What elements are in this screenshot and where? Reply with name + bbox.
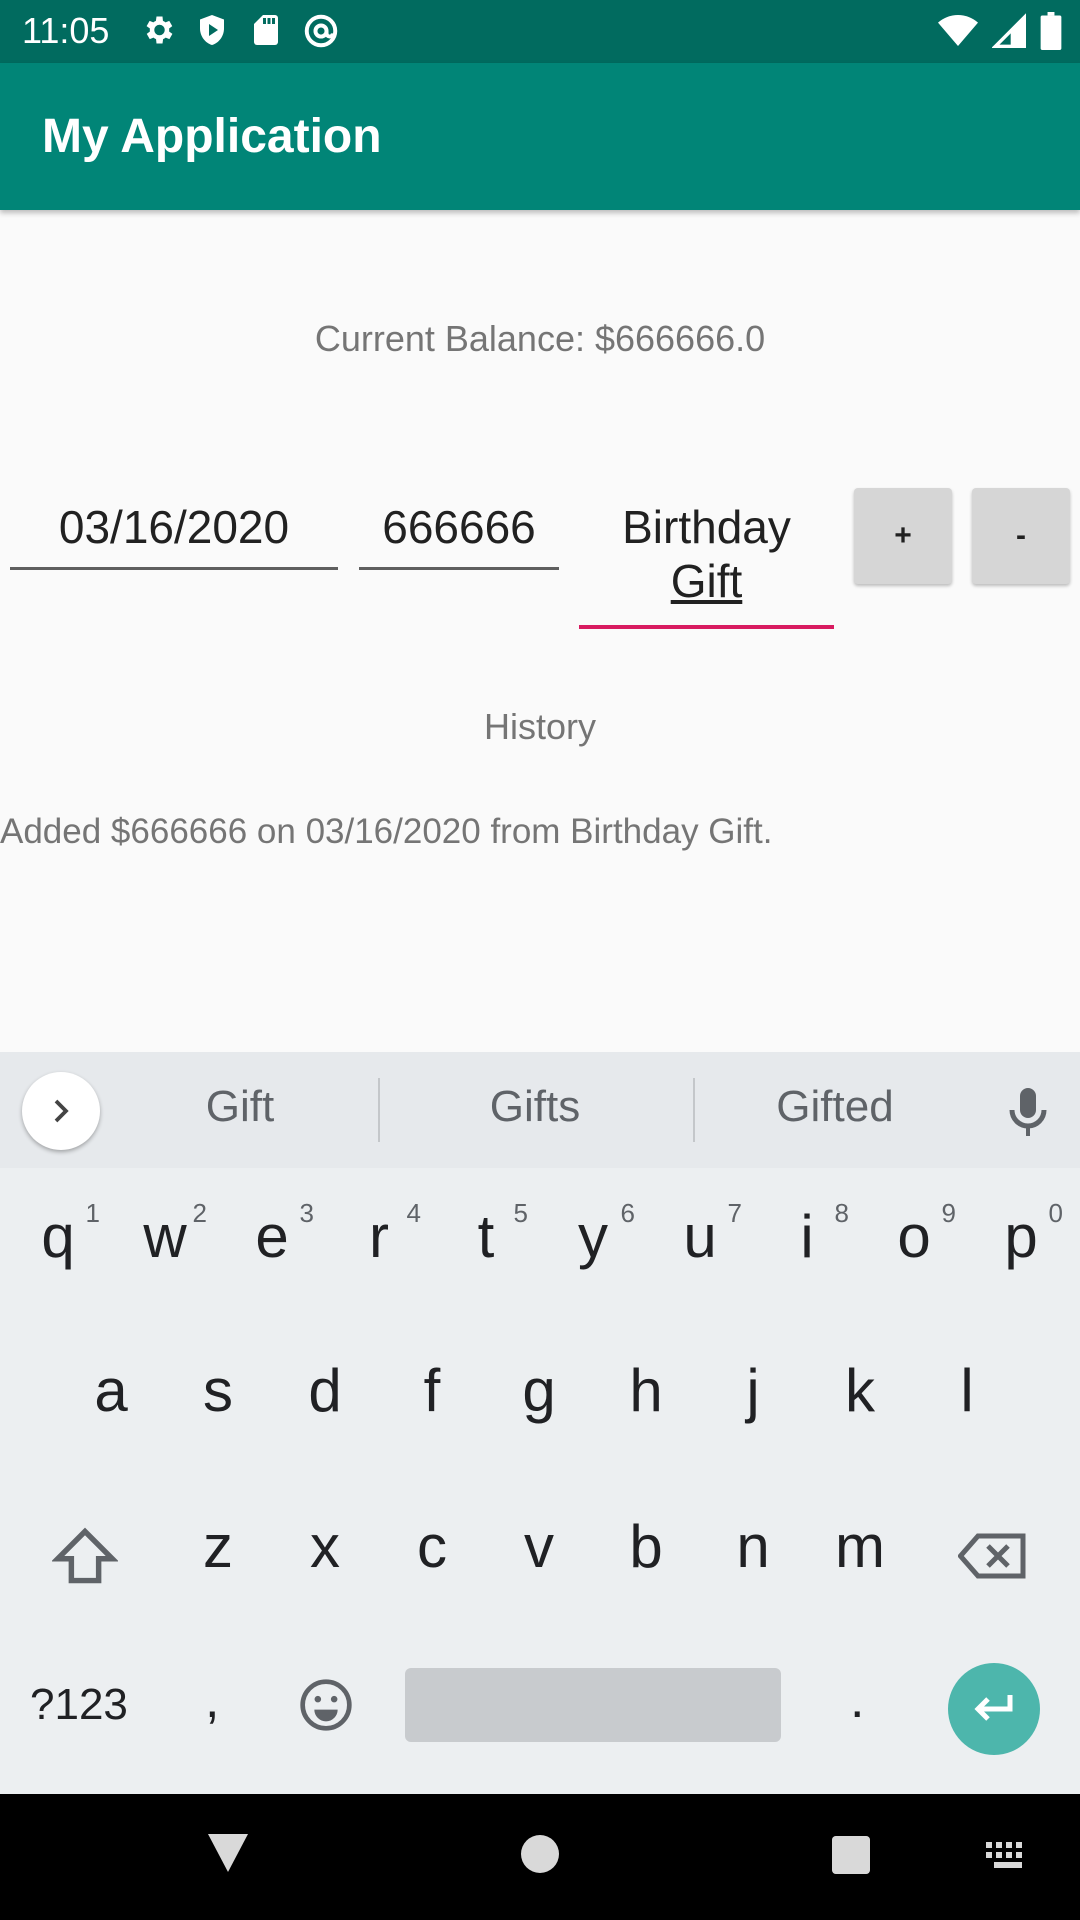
date-field-value: 03/16/2020	[58, 501, 290, 553]
microphone-icon[interactable]	[1008, 1086, 1048, 1143]
key-k[interactable]: k	[810, 1356, 910, 1436]
key-letter: t	[477, 1203, 495, 1270]
key-letter: q	[41, 1203, 75, 1270]
key-j[interactable]: j	[703, 1356, 803, 1436]
shift-key[interactable]	[51, 1526, 119, 1591]
key-letter: y	[578, 1203, 608, 1270]
key-number-hint: 7	[727, 1198, 742, 1228]
key-number-hint: 6	[620, 1198, 635, 1228]
key-t[interactable]: t5	[436, 1198, 536, 1282]
comma-key[interactable]: ,	[205, 1670, 219, 1730]
key-o[interactable]: o9	[864, 1198, 964, 1282]
keyboard-switch-icon[interactable]	[986, 1842, 1030, 1875]
status-bar: 11:05	[0, 0, 1080, 63]
key-u[interactable]: u7	[650, 1198, 750, 1282]
key-number-hint: 4	[406, 1198, 421, 1228]
key-number-hint: 5	[513, 1198, 528, 1228]
key-h[interactable]: h	[596, 1356, 696, 1436]
emoji-key[interactable]	[298, 1677, 354, 1738]
symbols-key[interactable]: ?123	[30, 1680, 128, 1730]
key-x[interactable]: x	[275, 1512, 375, 1592]
status-time: 11:05	[22, 10, 110, 51]
app-title: My Application	[42, 110, 382, 163]
key-p[interactable]: p0	[971, 1198, 1071, 1282]
wifi-icon	[938, 13, 978, 49]
date-field[interactable]: 03/16/2020	[10, 500, 338, 570]
key-s[interactable]: s	[168, 1356, 268, 1436]
suggestion-divider	[693, 1078, 695, 1142]
key-r[interactable]: r4	[329, 1198, 429, 1282]
source-field-line2: Gift	[670, 555, 743, 607]
space-key[interactable]	[405, 1668, 781, 1742]
amount-field[interactable]: 666666	[359, 500, 559, 570]
home-icon[interactable]	[520, 1834, 560, 1879]
current-balance: Current Balance: $666666.0	[314, 318, 766, 359]
chevron-right-icon	[54, 1099, 69, 1123]
source-field[interactable]: Birthday Gift	[579, 500, 834, 629]
key-l[interactable]: l	[917, 1356, 1017, 1436]
suggestion-bar: Gift Gifts Gifted	[0, 1052, 1080, 1168]
key-b[interactable]: b	[596, 1512, 696, 1592]
key-v[interactable]: v	[489, 1512, 589, 1592]
key-number-hint: 1	[85, 1198, 100, 1228]
history-title: History	[483, 706, 596, 747]
key-f[interactable]: f	[382, 1356, 482, 1436]
expand-suggestions-button[interactable]	[22, 1072, 100, 1150]
shift-icon	[51, 1527, 119, 1584]
key-letter: o	[897, 1203, 931, 1270]
key-z[interactable]: z	[168, 1512, 268, 1592]
key-letter: u	[683, 1203, 717, 1270]
suggestion-2[interactable]: Gifts	[385, 1082, 685, 1132]
key-e[interactable]: e3	[222, 1198, 322, 1282]
key-d[interactable]: d	[275, 1356, 375, 1436]
key-y[interactable]: y6	[543, 1198, 643, 1282]
key-m[interactable]: m	[810, 1512, 910, 1592]
key-n[interactable]: n	[703, 1512, 803, 1592]
key-c[interactable]: c	[382, 1512, 482, 1592]
add-button[interactable]: +	[854, 488, 952, 584]
key-number-hint: 0	[1048, 1198, 1063, 1228]
key-number-hint: 3	[299, 1198, 314, 1228]
key-number-hint: 8	[834, 1198, 849, 1228]
key-letter: i	[800, 1203, 814, 1270]
subtract-button[interactable]: -	[972, 488, 1070, 584]
enter-key[interactable]	[948, 1663, 1040, 1755]
battery-icon	[1040, 12, 1062, 50]
source-field-line1: Birthday	[622, 501, 791, 553]
period-key[interactable]: .	[850, 1670, 864, 1730]
sd-card-icon	[248, 12, 284, 50]
key-i[interactable]: i8	[757, 1198, 857, 1282]
key-letter: r	[369, 1203, 389, 1270]
signal-icon	[992, 13, 1026, 49]
app-bar: My Application	[0, 63, 1080, 210]
key-q[interactable]: q1	[8, 1198, 108, 1282]
suggestion-3[interactable]: Gifted	[700, 1082, 970, 1132]
shield-icon	[194, 12, 230, 50]
enter-icon	[974, 1695, 1013, 1721]
key-letter: w	[143, 1203, 187, 1270]
key-letter: e	[255, 1203, 289, 1270]
history-entry: Added $666666 on 03/16/2020 from Birthda…	[0, 812, 773, 851]
suggestion-1[interactable]: Gift	[120, 1082, 360, 1132]
key-number-hint: 2	[192, 1198, 207, 1228]
key-number-hint: 9	[941, 1198, 956, 1228]
recents-icon[interactable]	[832, 1836, 870, 1879]
back-icon[interactable]	[206, 1832, 250, 1879]
amount-field-value: 666666	[382, 501, 536, 553]
navigation-bar	[0, 1794, 1080, 1920]
key-g[interactable]: g	[489, 1356, 589, 1436]
backspace-key[interactable]	[957, 1530, 1028, 1587]
key-a[interactable]: a	[61, 1356, 161, 1436]
key-w[interactable]: w2	[115, 1198, 215, 1282]
at-sign-icon	[302, 12, 340, 50]
key-letter: p	[1004, 1203, 1038, 1270]
settings-icon	[140, 12, 176, 50]
backspace-icon	[957, 1533, 1026, 1579]
emoji-icon	[300, 1679, 352, 1731]
suggestion-divider	[378, 1078, 380, 1142]
